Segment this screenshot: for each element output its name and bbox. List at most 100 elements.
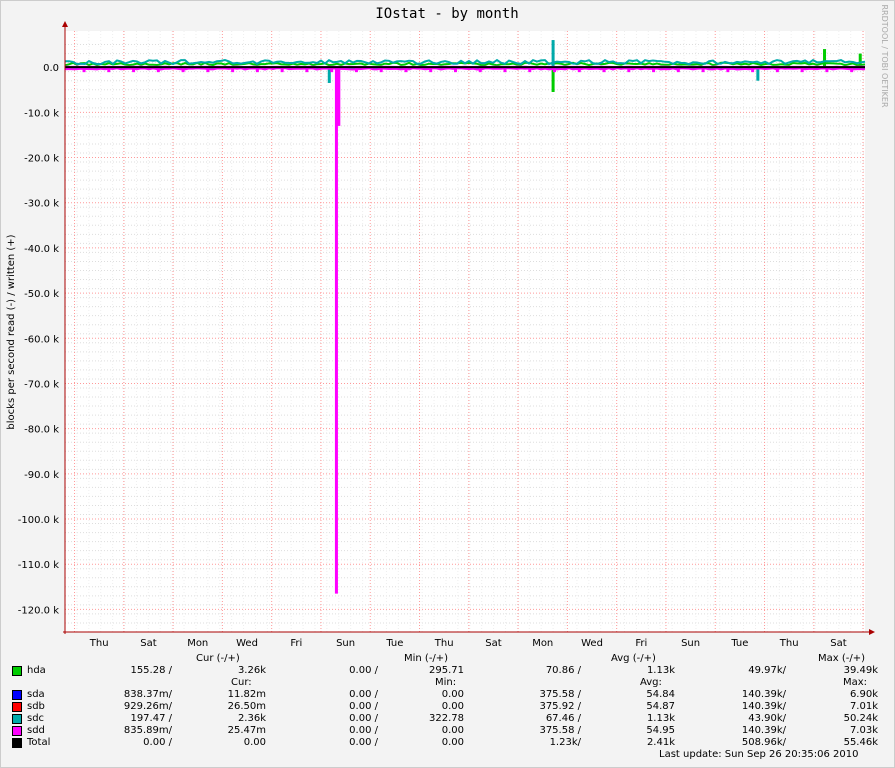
legend-value-max-w: 55.46k (843, 737, 878, 748)
legend-value-min-r: 0.00 / (349, 701, 378, 712)
x-tick-label: Thu (89, 638, 109, 649)
y-tick-label: -100.0 k (18, 515, 59, 526)
legend-value-cur-r: 929.26m/ (123, 701, 172, 712)
x-tick-label: Wed (236, 638, 258, 649)
legend-value-avg-r: 1.23k/ (549, 737, 581, 748)
y-tick-label: -120.0 k (18, 605, 59, 616)
legend-value-min-r: 0.00 / (349, 689, 378, 700)
legend-value-cur-w: 3.26k (237, 665, 266, 676)
x-tick-label: Wed (581, 638, 603, 649)
legend-value-avg-r: 375.92 / (539, 701, 581, 712)
legend-series-name: sda (27, 689, 45, 700)
chart-title: IOstat - by month (375, 6, 518, 22)
x-tick-label: Mon (532, 638, 553, 649)
legend-subheader-row: Cur: Min: Avg: Max: (0, 677, 895, 689)
y-axis-label: blocks per second read (-) / written (+) (6, 234, 17, 429)
legend-value-avg-r: 375.58 / (539, 725, 581, 736)
legend-value-min-w: 0.00 (441, 737, 464, 748)
y-tick-label: -70.0 k (24, 379, 59, 390)
legend-value-max-r: 43.90k/ (748, 713, 786, 724)
legend-value-cur-w: 0.00 (243, 737, 266, 748)
legend-col-cur: Cur (-/+) (196, 653, 240, 664)
legend-series-name: sdc (27, 713, 45, 724)
x-tick-label: Thu (434, 638, 454, 649)
legend-value-min-w: 322.78 (429, 713, 464, 724)
last-update-row: Last update: Sun Sep 26 20:35:06 2010 (0, 749, 895, 761)
legend-value-avg-w: 54.95 (646, 725, 675, 736)
legend-value-avg-w: 2.41k (646, 737, 675, 748)
legend-value-avg-r: 375.58 / (539, 689, 581, 700)
legend-value-cur-r: 155.28 / (130, 665, 172, 676)
legend-value-cur-r: 835.89m/ (123, 725, 172, 736)
legend-swatch (12, 666, 22, 676)
legend-value-avg-r: 67.46 / (545, 713, 581, 724)
legend-value-cur-w: 25.47m (227, 725, 266, 736)
y-tick-label: -20.0 k (24, 154, 59, 165)
legend-value-min-r: 0.00 / (349, 713, 378, 724)
legend-value-min-r: 0.00 / (349, 665, 378, 676)
rrdtool-watermark: RRDTOOL / TOBI OETIKER (880, 4, 889, 107)
legend-value-min-w: 0.00 (441, 725, 464, 736)
x-tick-label: Sat (140, 638, 156, 649)
legend-row-hda: hda 155.28 / 3.26k 0.00 / 295.71 70.86 / 1.13k… (0, 665, 895, 677)
x-tick-label: Fri (635, 638, 647, 649)
legend-value-avg-w: 54.84 (646, 689, 675, 700)
legend-value-cur-w: 11.82m (227, 689, 266, 700)
legend-sub-max: Max: (843, 677, 868, 688)
legend-value-max-r: 140.39k/ (741, 725, 786, 736)
x-tick-label: Sat (830, 638, 846, 649)
legend-value-min-w: 0.00 (441, 701, 464, 712)
x-tick-label: Tue (385, 638, 403, 649)
legend-swatch (12, 714, 22, 724)
legend-swatch (12, 738, 22, 748)
legend-series-name: sdd (27, 725, 45, 736)
legend-swatch (12, 690, 22, 700)
legend-value-cur-r: 0.00 / (143, 737, 172, 748)
legend-value-cur-w: 2.36k (237, 713, 266, 724)
legend-value-max-w: 50.24k (843, 713, 878, 724)
last-update: Last update: Sun Sep 26 20:35:06 2010 (659, 749, 859, 760)
legend-value-cur-w: 26.50m (227, 701, 266, 712)
legend-value-max-w: 6.90k (849, 689, 878, 700)
legend-swatch (12, 702, 22, 712)
y-tick-label: -50.0 k (24, 289, 59, 300)
legend-sub-cur: Cur: (231, 677, 252, 688)
legend-value-avg-r: 70.86 / (545, 665, 581, 676)
y-tick-label: -30.0 k (24, 199, 59, 210)
x-tick-label: Sat (485, 638, 501, 649)
legend-row-total: Total 0.00 / 0.00 0.00 / 0.00 1.23k/2.41k 508.… (0, 737, 895, 749)
legend-value-min-w: 295.71 (429, 665, 464, 676)
legend-value-min-r: 0.00 / (349, 725, 378, 736)
legend-col-max: Max (-/+) (818, 653, 866, 664)
legend-value-max-r: 140.39k/ (741, 701, 786, 712)
y-tick-label: 0.0 (43, 63, 59, 74)
legend-sub-avg: Avg: (640, 677, 662, 688)
y-tick-label: -90.0 k (24, 470, 59, 481)
x-tick-label: Sun (681, 638, 700, 649)
series-sdd-read (64, 67, 866, 71)
legend-value-avg-w: 54.87 (646, 701, 675, 712)
legend-swatch (12, 726, 22, 736)
legend-row-sda: sda 838.37m/11.82m 0.00 / 0.00 375.58 / 54.84… (0, 689, 895, 701)
legend-row-sdd: sdd 835.89m/25.47m 0.00 / 0.00 375.58 / 54.95… (0, 725, 895, 737)
legend-series-name: Total (27, 737, 51, 748)
x-tick-label: Tue (730, 638, 748, 649)
y-tick-label: -10.0 k (24, 108, 59, 119)
y-tick-label: -80.0 k (24, 425, 59, 436)
legend-value-max-w: 7.01k (849, 701, 878, 712)
x-tick-label: Thu (779, 638, 799, 649)
legend-sub-min: Min: (435, 677, 457, 688)
legend-row-sdc: sdc 197.47 / 2.36k 0.00 / 322.78 67.46 / 1.13k… (0, 713, 895, 725)
legend-value-max-r: 49.97k/ (748, 665, 786, 676)
legend-col-min: Min (-/+) (404, 653, 449, 664)
legend-value-max-r: 140.39k/ (741, 689, 786, 700)
legend-value-cur-r: 838.37m/ (123, 689, 172, 700)
legend-value-max-w: 7.03k (849, 725, 878, 736)
y-tick-label: -110.0 k (18, 560, 59, 571)
x-tick-label: Fri (290, 638, 302, 649)
legend-value-avg-w: 1.13k (646, 713, 675, 724)
legend-series-name: hda (27, 665, 46, 676)
legend-value-max-w: 39.49k (843, 665, 878, 676)
legend-value-max-r: 508.96k/ (741, 737, 786, 748)
y-tick-label: -60.0 k (24, 334, 59, 345)
